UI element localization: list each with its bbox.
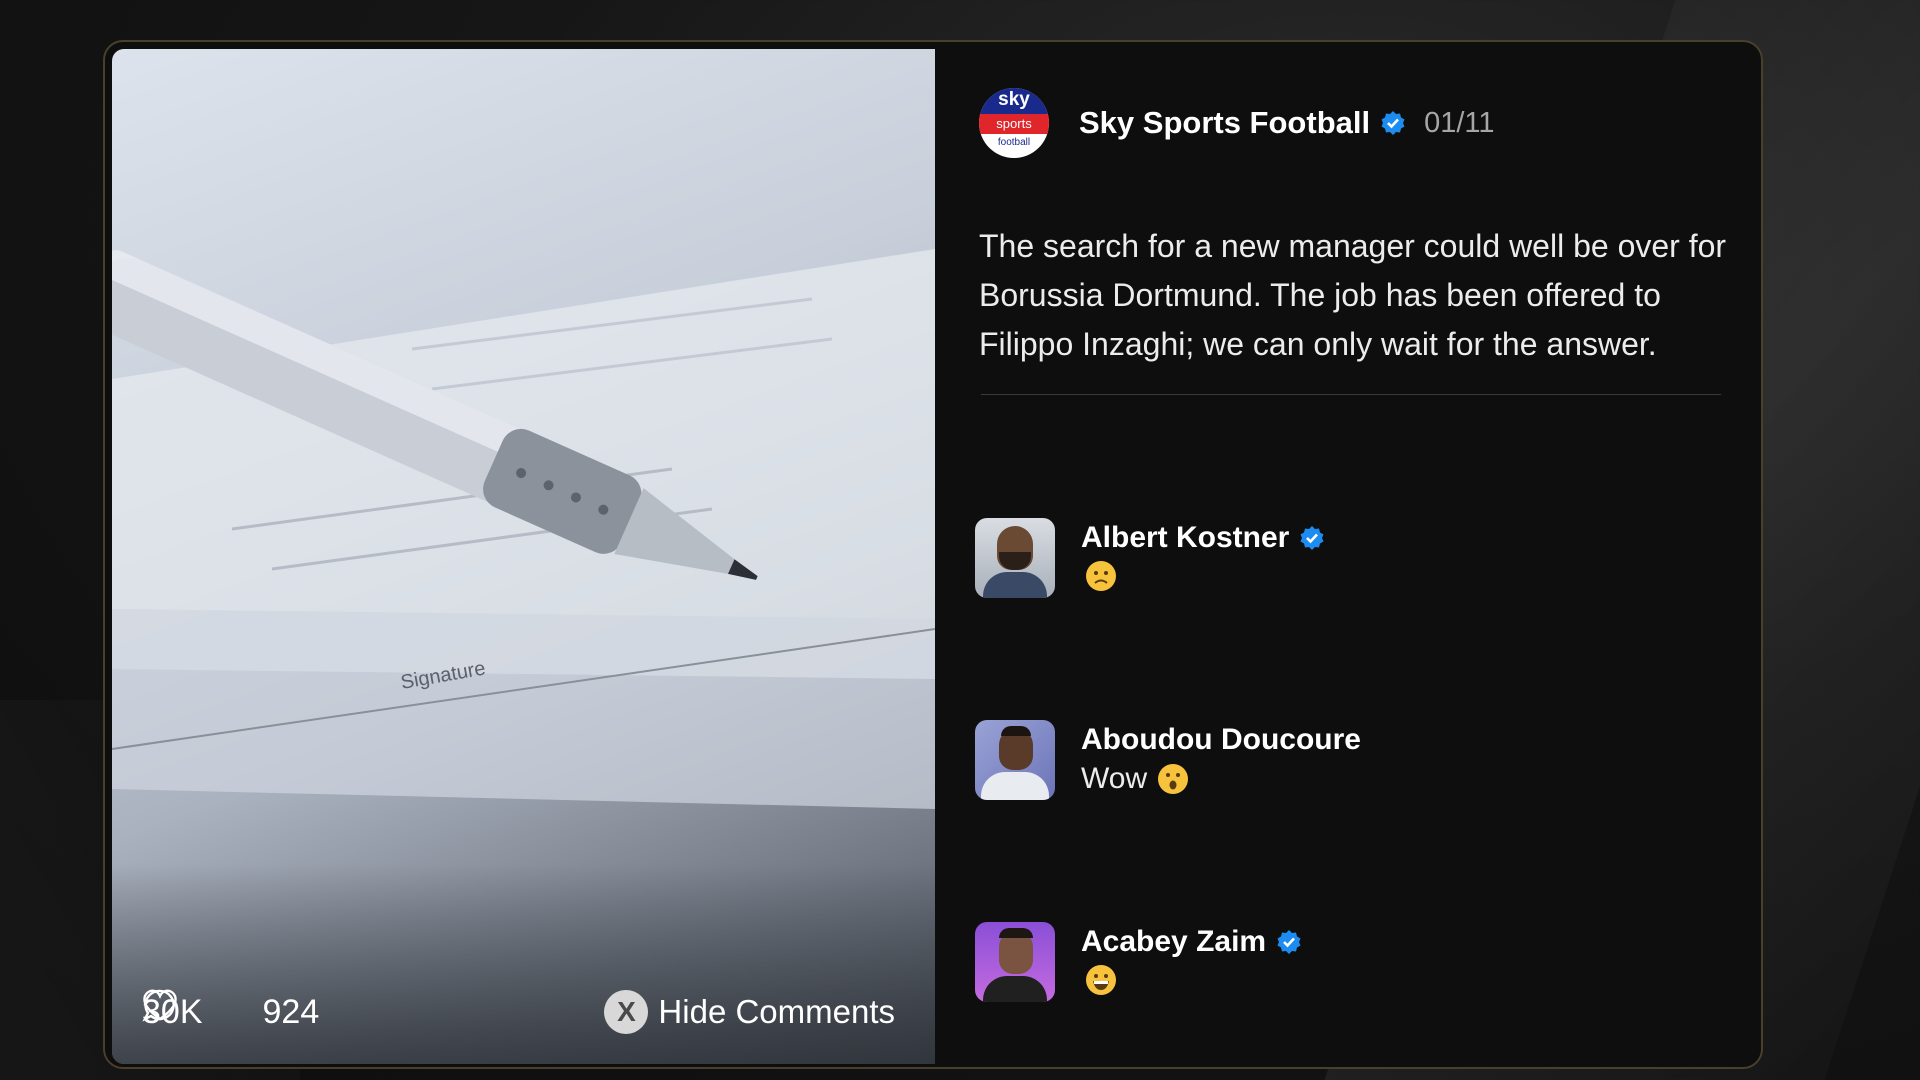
x-button-icon: X (604, 990, 649, 1034)
post-card: Signature 30K 924 X Hide Comments sky sp… (103, 40, 1763, 1069)
post-date: 01/11 (1424, 106, 1495, 139)
post-author[interactable]: Sky Sports Football (1079, 105, 1370, 141)
post-stats: 30K 924 X Hide Comments (142, 988, 895, 1036)
grinning-face-icon (1086, 965, 1116, 995)
comment-author[interactable]: Acabey Zaim (1081, 925, 1266, 959)
post-details: sky sports football Sky Sports Football … (935, 42, 1761, 1067)
slightly-frowning-face-icon (1086, 561, 1116, 591)
hide-comments-button[interactable]: X Hide Comments (604, 990, 895, 1034)
verified-icon (1381, 111, 1405, 135)
divider (981, 394, 1721, 395)
comment-count: 924 (262, 992, 320, 1031)
avatar[interactable] (975, 518, 1055, 598)
comment-button[interactable]: 924 (142, 989, 320, 1032)
comment-item: Albert Kostner (975, 518, 1325, 598)
avatar[interactable] (975, 720, 1055, 800)
post-header: sky sports football Sky Sports Football … (979, 88, 1495, 158)
logo-sky-text: sky (998, 89, 1030, 110)
avatar[interactable] (975, 922, 1055, 1002)
comment-icon (142, 989, 175, 1022)
hide-comments-label: Hide Comments (658, 993, 895, 1030)
verified-icon (1300, 526, 1324, 550)
sky-sports-logo[interactable]: sky sports football (979, 88, 1049, 158)
comment-item: Acabey Zaim (975, 922, 1302, 1002)
post-image: Signature 30K 924 X Hide Comments (112, 49, 935, 1064)
post-body: The search for a new manager could well … (979, 228, 1727, 362)
comment-item: Aboudou Doucoure Wow (975, 720, 1361, 800)
comment-text: Wow (1081, 762, 1148, 795)
astonished-face-icon (1158, 764, 1189, 794)
comment-author[interactable]: Aboudou Doucoure (1081, 723, 1361, 757)
logo-sports-text: sports (996, 116, 1032, 131)
verified-icon (1277, 930, 1301, 954)
logo-football-text: football (997, 137, 1031, 148)
comment-author[interactable]: Albert Kostner (1081, 521, 1289, 555)
